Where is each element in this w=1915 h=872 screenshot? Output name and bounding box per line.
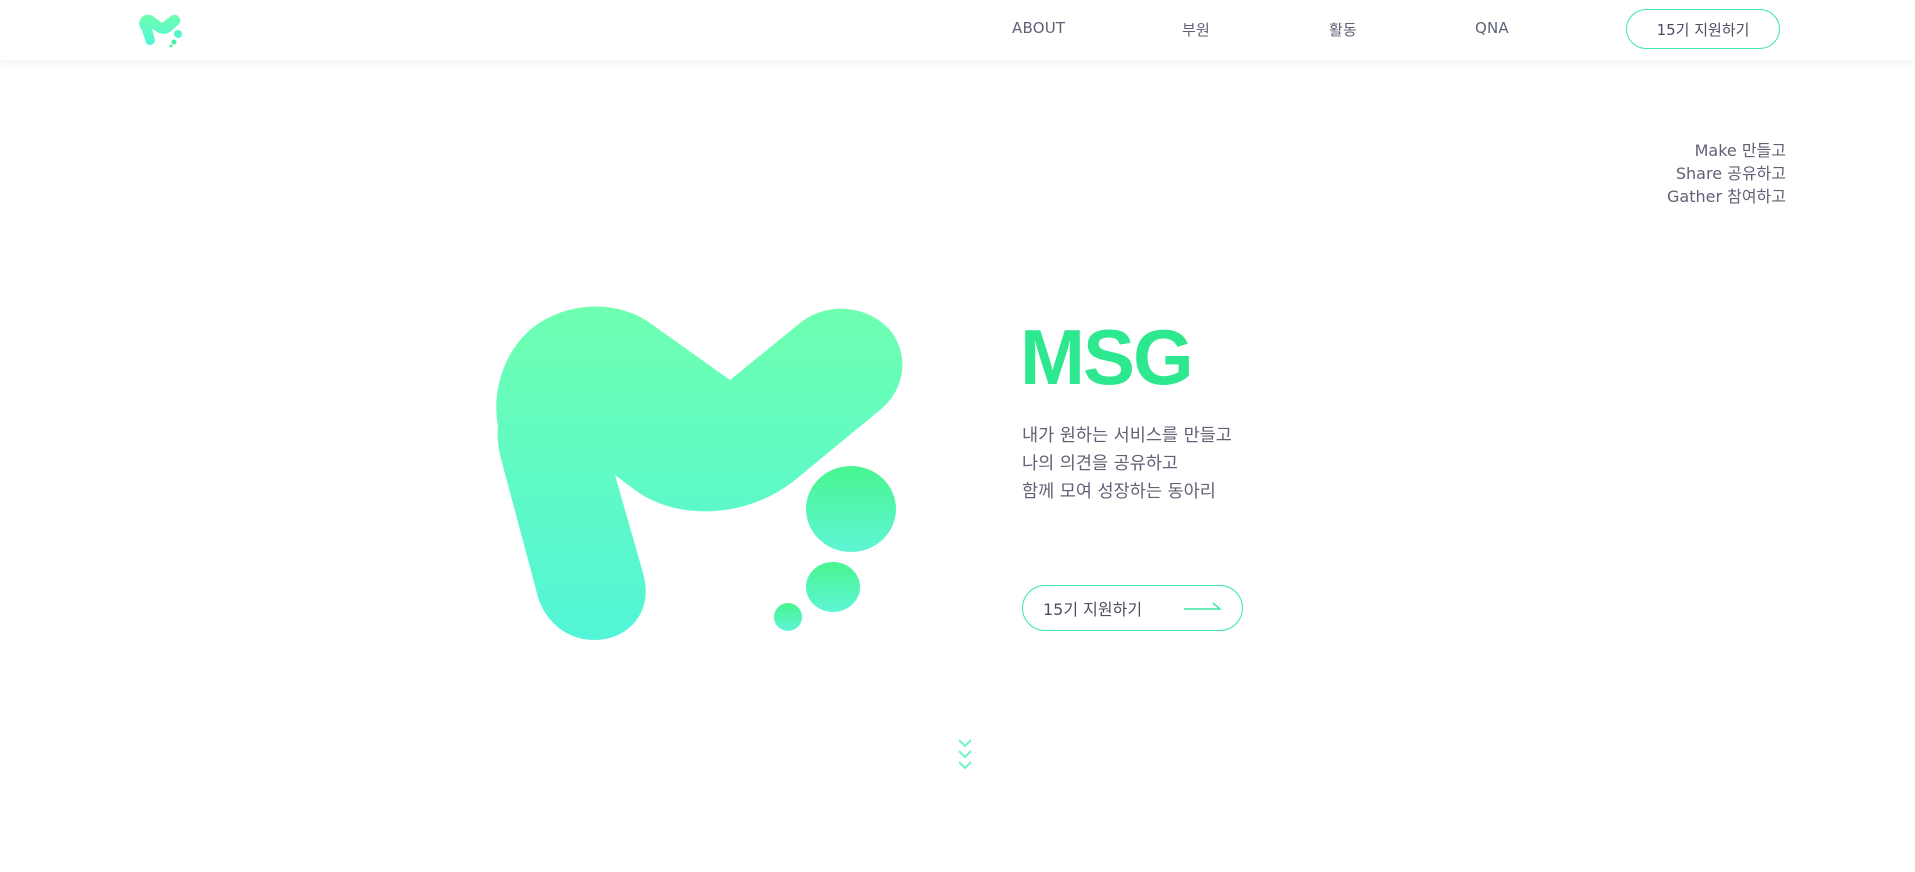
- landing-page: ABOUT 부원 활동 QNA 15기 지원하기 Make 만들고 Share …: [0, 0, 1915, 872]
- site-header: ABOUT 부원 활동 QNA 15기 지원하기: [0, 0, 1915, 60]
- hero-description-line: 함께 모여 성장하는 동아리: [1022, 482, 1216, 502]
- triple-chevron-down-icon[interactable]: [957, 738, 973, 772]
- nav-item-about[interactable]: ABOUT: [1012, 19, 1065, 37]
- nav-item-qna[interactable]: QNA: [1475, 19, 1509, 37]
- nav-item-activity[interactable]: 활동: [1329, 19, 1357, 40]
- hero-title: MSG: [1020, 313, 1194, 401]
- apply-button-header[interactable]: 15기 지원하기: [1626, 9, 1780, 49]
- apply-button-hero-label: 15기 지원하기: [1043, 600, 1143, 619]
- tagline-line-gather: Gather 참여하고: [1666, 187, 1786, 206]
- msg-hero-logo-icon: [496, 306, 903, 640]
- hero-description: 내가 원하는 서비스를 만들고 나의 의견을 공유하고 함께 모여 성장하는 동…: [1022, 422, 1232, 506]
- hero-description-line: 나의 의견을 공유하고: [1022, 454, 1179, 474]
- tagline-line-make: Make 만들고: [1694, 141, 1786, 160]
- tagline: Make 만들고 Share 공유하고 Gather 참여하고: [1667, 139, 1786, 208]
- nav-item-members[interactable]: 부원: [1182, 19, 1210, 40]
- apply-button-hero[interactable]: 15기 지원하기: [1022, 585, 1243, 631]
- long-arrow-right-icon: [1184, 602, 1222, 610]
- tagline-line-share: Share 공유하고: [1675, 164, 1786, 183]
- hero-description-line: 내가 원하는 서비스를 만들고: [1022, 426, 1232, 446]
